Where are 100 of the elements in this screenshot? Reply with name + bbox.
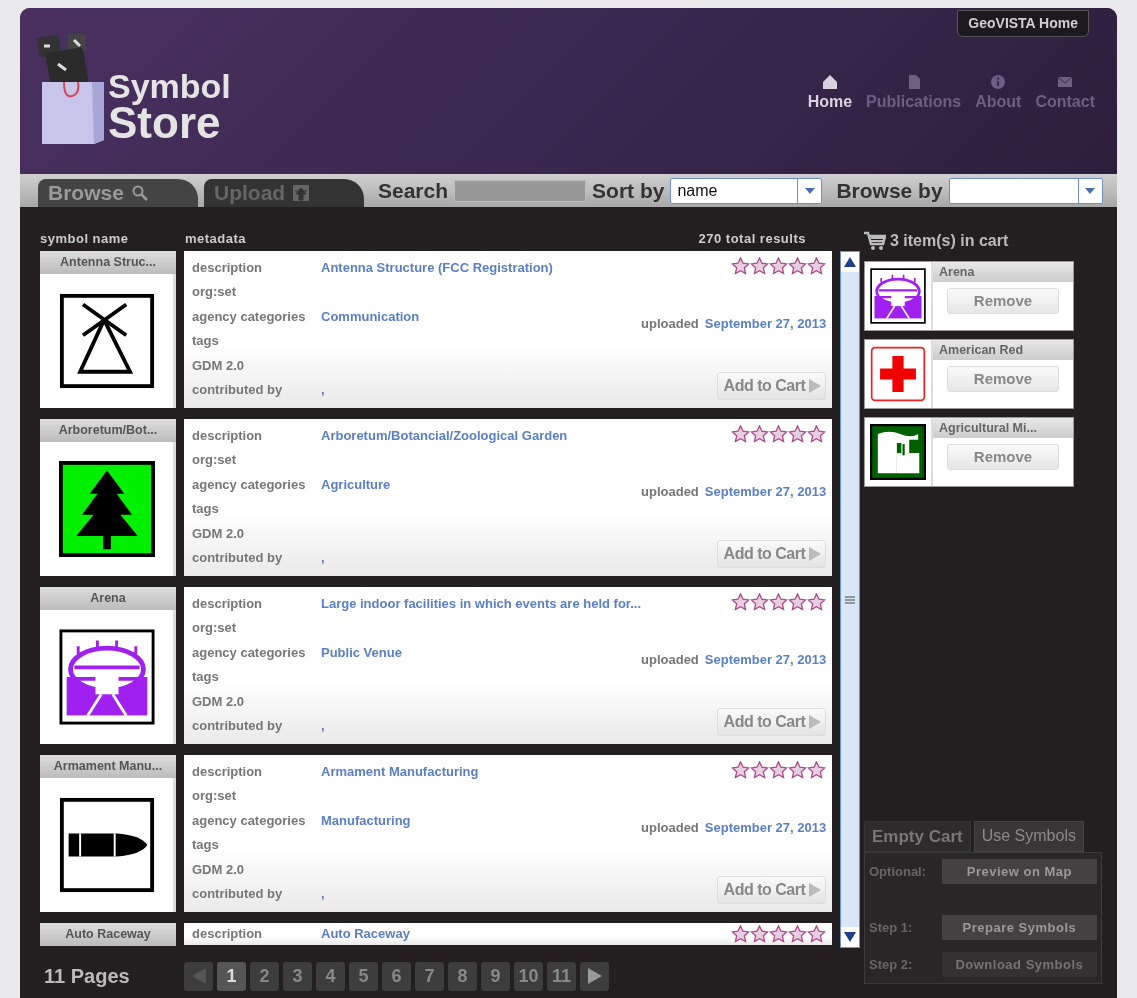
field-value[interactable]: Agriculture <box>321 474 391 494</box>
page-button[interactable]: 3 <box>283 961 312 991</box>
tab[interactable]: Empty Cart <box>864 820 971 852</box>
scroll-up-icon[interactable] <box>844 257 857 267</box>
symbol-name: Antenna Struc... <box>40 251 176 274</box>
page-button[interactable]: 11 <box>547 961 576 991</box>
symbol-tile[interactable]: Arena <box>40 587 176 744</box>
star-icon[interactable] <box>769 761 789 779</box>
field-value[interactable]: Antenna Structure (FCC Registration) <box>321 257 553 277</box>
add-to-cart-button[interactable]: Add to Cart <box>716 708 827 736</box>
star-rating[interactable] <box>731 761 827 779</box>
star-icon[interactable] <box>807 761 827 779</box>
field-value[interactable]: Auto Raceway <box>321 924 410 944</box>
star-icon[interactable] <box>769 425 789 443</box>
symbol-name: Arena <box>40 587 176 610</box>
star-icon[interactable] <box>750 925 770 943</box>
page-button[interactable]: 10 <box>514 961 543 991</box>
tab[interactable]: Browse <box>38 179 198 207</box>
next-page-button[interactable] <box>580 961 609 991</box>
tab[interactable]: Use Symbols <box>973 820 1084 852</box>
scroll-down-icon[interactable] <box>844 932 857 942</box>
tree-symbol-icon <box>58 460 155 557</box>
stadium-symbol-icon <box>58 628 155 725</box>
field-label: tags <box>192 332 220 350</box>
info-icon <box>990 74 1007 90</box>
star-rating[interactable] <box>731 257 827 275</box>
star-icon[interactable] <box>750 425 770 443</box>
field-label: org:set <box>192 787 238 805</box>
star-icon[interactable] <box>769 593 789 611</box>
browse-dropdown[interactable] <box>948 177 1103 204</box>
field-value[interactable]: , <box>321 884 325 904</box>
step-button[interactable]: Prepare Symbols <box>941 915 1097 940</box>
star-rating[interactable] <box>731 593 827 611</box>
star-icon[interactable] <box>807 425 827 443</box>
field-label: description <box>192 258 264 277</box>
star-icon[interactable] <box>731 761 751 779</box>
symbol-name: Armament Manu... <box>40 755 176 778</box>
star-icon[interactable] <box>750 257 770 275</box>
nav-link[interactable]: Contact <box>1035 74 1095 114</box>
field-label: contributed by <box>192 885 284 903</box>
symbol-tile[interactable]: Antenna Struc... <box>40 251 176 408</box>
star-icon[interactable] <box>731 257 751 275</box>
left-arrow-icon <box>191 968 206 984</box>
add-to-cart-button[interactable]: Add to Cart <box>716 876 827 904</box>
field-value[interactable]: Large indoor facilities in which events are held for... <box>321 593 642 613</box>
factory-symbol-icon <box>870 424 926 480</box>
star-rating[interactable] <box>731 925 827 943</box>
page-button[interactable]: 9 <box>481 961 510 991</box>
field-value[interactable]: Arboretum/Botancial/Zoological Garden <box>321 425 568 445</box>
add-to-cart-button[interactable]: Add to Cart <box>716 372 827 400</box>
nav-link[interactable]: About <box>975 74 1022 114</box>
upload-date: uploaded September 27, 2013 <box>641 482 827 501</box>
field-value[interactable]: , <box>321 380 325 400</box>
step-label: Optional: <box>869 862 928 881</box>
star-icon[interactable] <box>807 257 827 275</box>
field-label: tags <box>192 500 220 518</box>
field-label: org:set <box>192 283 238 301</box>
star-icon[interactable] <box>750 593 770 611</box>
search-field[interactable] <box>454 179 587 202</box>
star-icon[interactable] <box>807 925 827 943</box>
star-icon[interactable] <box>788 425 808 443</box>
remove-button[interactable]: Remove <box>947 366 1059 392</box>
play-icon <box>809 883 822 897</box>
star-icon[interactable] <box>731 425 751 443</box>
star-icon[interactable] <box>731 925 751 943</box>
field-value[interactable]: Public Venue <box>321 642 402 662</box>
remove-button[interactable]: Remove <box>947 288 1059 314</box>
symbol-tile[interactable]: Arboretum/Bot... <box>40 419 176 576</box>
home-link[interactable]: GeoVISTA Home <box>957 10 1089 37</box>
star-icon[interactable] <box>750 761 770 779</box>
sort-dropdown[interactable]: name <box>670 177 823 204</box>
star-icon[interactable] <box>788 761 808 779</box>
star-icon[interactable] <box>788 257 808 275</box>
page-button[interactable]: 8 <box>448 961 477 991</box>
scrollbar[interactable] <box>840 251 861 948</box>
nav-link[interactable]: Home <box>807 74 853 114</box>
page-button[interactable]: 4 <box>316 961 345 991</box>
page-button[interactable]: 1 <box>217 961 246 991</box>
star-icon[interactable] <box>788 925 808 943</box>
field-value[interactable]: Armament Manufacturing <box>321 761 479 781</box>
add-to-cart-button[interactable]: Add to Cart <box>716 540 827 568</box>
page-button[interactable]: 7 <box>415 961 444 991</box>
star-icon[interactable] <box>807 593 827 611</box>
field-value[interactable]: Communication <box>321 306 420 326</box>
step-button[interactable]: Preview on Map <box>941 859 1097 884</box>
field-value[interactable]: , <box>321 716 325 736</box>
page-button[interactable]: 2 <box>250 961 279 991</box>
symbol-tile[interactable]: Armament Manu... <box>40 755 176 912</box>
star-icon[interactable] <box>769 257 789 275</box>
remove-button[interactable]: Remove <box>947 444 1059 470</box>
star-rating[interactable] <box>731 425 827 443</box>
field-value[interactable]: Manufacturing <box>321 810 411 830</box>
page-button[interactable]: 6 <box>382 961 411 991</box>
search-icon <box>131 185 148 201</box>
page-button[interactable]: 5 <box>349 961 378 991</box>
nav-link[interactable]: Publications <box>866 74 962 114</box>
star-icon[interactable] <box>731 593 751 611</box>
star-icon[interactable] <box>788 593 808 611</box>
star-icon[interactable] <box>769 925 789 943</box>
field-value[interactable]: , <box>321 548 325 568</box>
